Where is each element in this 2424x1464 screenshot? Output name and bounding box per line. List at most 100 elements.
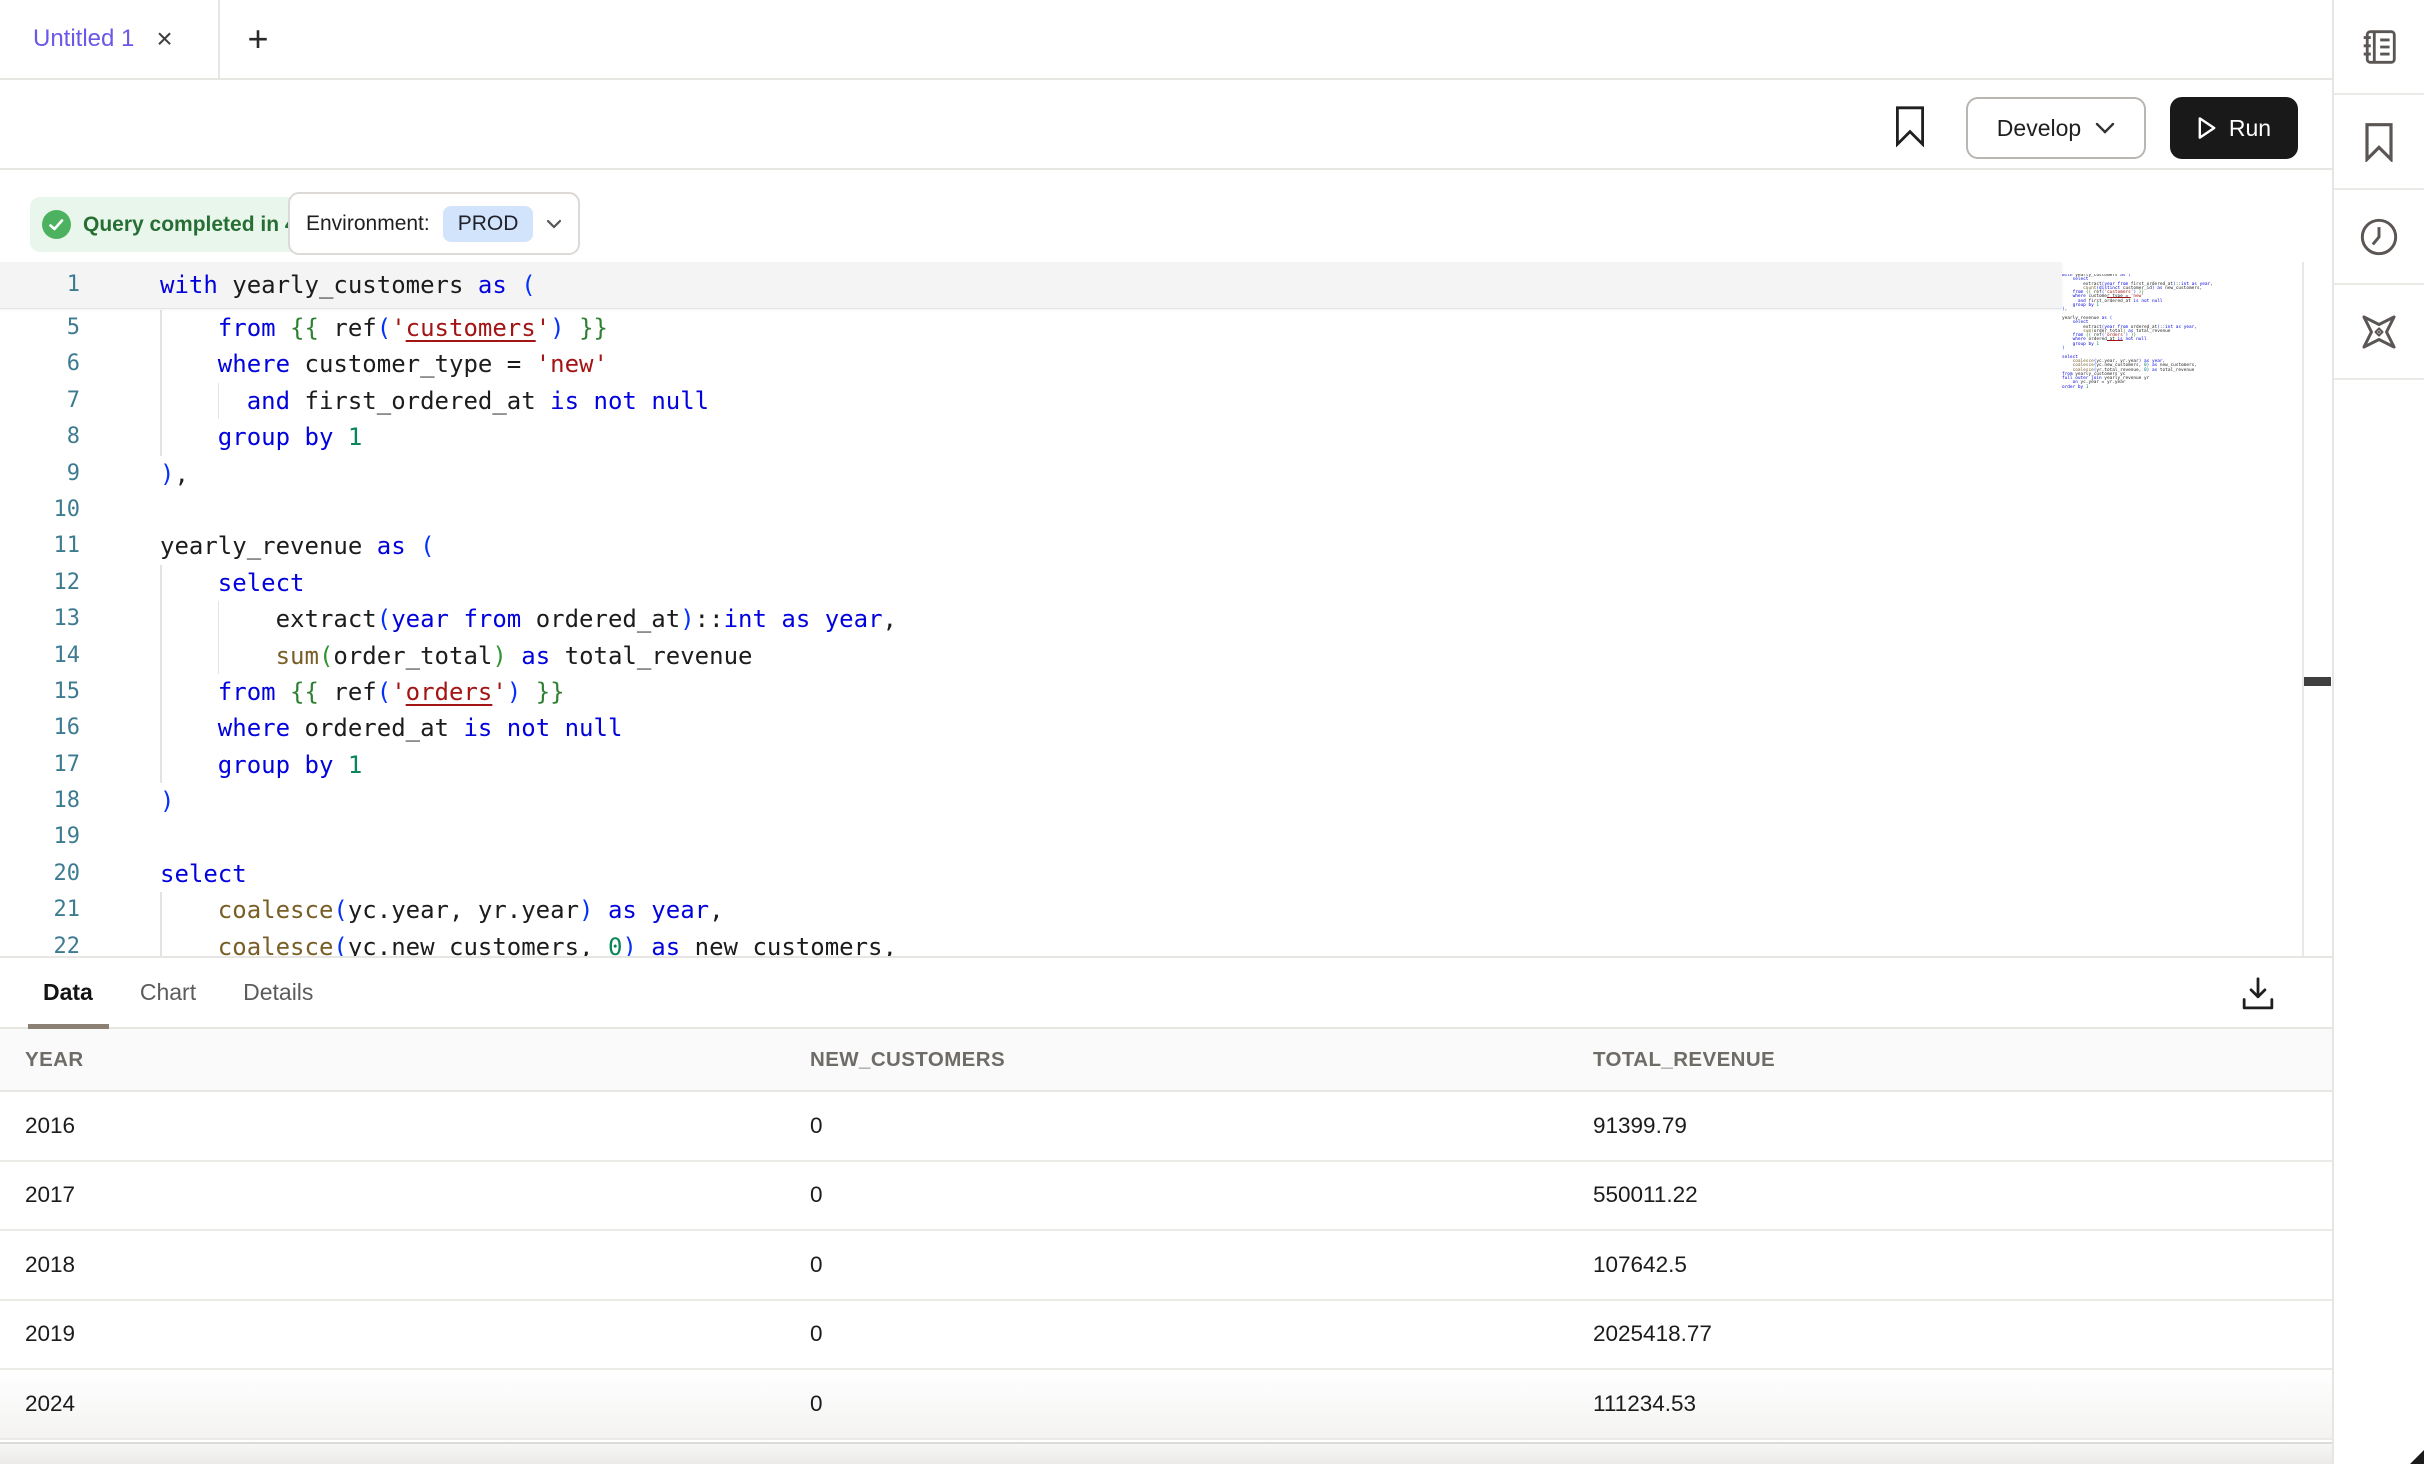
notebook-icon <box>2359 27 2399 67</box>
sidebar-item-history[interactable] <box>2334 190 2424 285</box>
environment-selector[interactable]: Environment: PROD <box>288 192 580 255</box>
table-cell: 0 <box>810 1321 823 1347</box>
line-number: 14 <box>0 638 80 674</box>
horizontal-scrollbar-track[interactable] <box>0 1442 2332 1464</box>
check-circle-icon <box>42 210 71 239</box>
code-line[interactable]: 6 where customer_type = 'new' <box>0 346 2302 382</box>
column-header[interactable]: YEAR <box>25 1048 84 1072</box>
history-clock-icon <box>2358 216 2400 258</box>
code-line[interactable]: 20select <box>0 856 2302 892</box>
sidebar-item-dbt[interactable] <box>2334 285 2424 380</box>
code-line[interactable]: 22 coalesce(yc.new_customers, 0) as new_… <box>0 929 2302 956</box>
table-cell: 2024 <box>25 1391 75 1417</box>
line-number: 19 <box>0 819 80 855</box>
column-header[interactable]: NEW_CUSTOMERS <box>810 1048 1005 1072</box>
close-tab-icon[interactable]: × <box>156 25 172 53</box>
table-row[interactable]: 20180107642.5 <box>0 1231 2332 1301</box>
code-line[interactable]: 10 <box>0 492 2302 528</box>
line-number: 9 <box>0 456 80 492</box>
environment-label: Environment: <box>306 212 430 236</box>
sidebar-item-bookmarks[interactable] <box>2334 95 2424 190</box>
code-line-text: from {{ ref('orders') }} <box>160 674 565 710</box>
sql-ide-window: Untitled 1 × + Develop Run Query complet… <box>0 0 2424 1464</box>
code-line[interactable]: 11yearly_revenue as ( <box>0 528 2302 564</box>
results-tab-details[interactable]: Details <box>243 958 313 1027</box>
bookmark-icon <box>1893 105 1927 147</box>
code-line[interactable]: 15 from {{ ref('orders') }} <box>0 674 2302 710</box>
tab-bar: Untitled 1 × + <box>0 0 2332 80</box>
bookmark-icon <box>2362 122 2396 162</box>
chevron-down-icon <box>2095 122 2115 134</box>
chevron-down-icon <box>546 219 562 229</box>
code-line[interactable]: 13 extract(year from ordered_at)::int as… <box>0 601 2302 637</box>
code-line-text: with yearly_customers as ( <box>160 262 536 308</box>
line-number: 17 <box>0 747 80 783</box>
tab-untitled-1[interactable]: Untitled 1 × <box>0 0 220 78</box>
code-line[interactable]: 5 from {{ ref('customers') }} <box>0 310 2302 346</box>
environment-value-badge: PROD <box>443 206 534 242</box>
table-cell: 0 <box>810 1391 823 1417</box>
sidebar-item-notebook[interactable] <box>2334 0 2424 95</box>
new-tab-button[interactable]: + <box>220 0 296 78</box>
code-line[interactable]: 8 group by 1 <box>0 419 2302 455</box>
code-line[interactable]: 12 select <box>0 565 2302 601</box>
develop-button[interactable]: Develop <box>1966 97 2146 159</box>
code-line[interactable]: 19 <box>0 819 2302 855</box>
table-cell: 2016 <box>25 1113 75 1139</box>
download-button[interactable] <box>2236 972 2280 1016</box>
code-line-text: extract(year from ordered_at)::int as ye… <box>160 601 897 637</box>
column-header[interactable]: TOTAL_REVENUE <box>1593 1048 1775 1072</box>
code-line[interactable]: 1 with yearly_customers as ( <box>0 262 2062 308</box>
query-status-badge: Query completed in 4s <box>30 197 326 252</box>
dbt-logo-icon <box>2357 310 2401 354</box>
table-cell: 0 <box>810 1182 823 1208</box>
code-line-text: group by 1 <box>160 747 362 783</box>
editor-minimap[interactable]: with yearly_customers as ( select extrac… <box>2062 274 2298 396</box>
line-number: 7 <box>0 383 80 419</box>
code-line[interactable]: 21 coalesce(yc.year, yr.year) as year, <box>0 892 2302 928</box>
table-row[interactable]: 2016091399.79 <box>0 1092 2332 1162</box>
line-number: 22 <box>0 929 80 956</box>
code-line[interactable]: 14 sum(order_total) as total_revenue <box>0 638 2302 674</box>
code-line-text: select <box>160 565 305 601</box>
run-button[interactable]: Run <box>2170 97 2298 159</box>
download-icon <box>2241 976 2275 1012</box>
editor-scrollbar-track[interactable] <box>2302 262 2304 956</box>
table-cell: 0 <box>810 1113 823 1139</box>
table-row[interactable]: 201902025418.77 <box>0 1301 2332 1371</box>
line-number: 6 <box>0 346 80 382</box>
code-line-text: yearly_revenue as ( <box>160 528 435 564</box>
status-bar: Query completed in 4s Environment: PROD <box>0 170 2332 262</box>
table-row[interactable]: 20240111234.53 <box>0 1370 2332 1440</box>
query-status-text: Query completed in 4s <box>83 213 308 237</box>
line-number: 1 <box>0 262 80 308</box>
line-number: 10 <box>0 492 80 528</box>
code-line-text: where ordered_at is not null <box>160 710 622 746</box>
code-line[interactable]: 16 where ordered_at is not null <box>0 710 2302 746</box>
table-cell: 2018 <box>25 1252 75 1278</box>
sticky-scroll-line[interactable]: 1 with yearly_customers as ( <box>0 262 2062 309</box>
table-row[interactable]: 20170550011.22 <box>0 1162 2332 1232</box>
table-cell: 0 <box>810 1252 823 1278</box>
code-line[interactable]: 18) <box>0 783 2302 819</box>
code-line[interactable]: 17 group by 1 <box>0 747 2302 783</box>
play-icon <box>2197 116 2217 140</box>
toolbar: Develop Run <box>0 82 2332 170</box>
results-tab-data[interactable]: Data <box>43 958 93 1027</box>
table-cell: 2017 <box>25 1182 75 1208</box>
line-number: 12 <box>0 565 80 601</box>
code-line[interactable]: 7 and first_ordered_at is not null <box>0 383 2302 419</box>
bookmark-button[interactable] <box>1888 102 1932 150</box>
code-line-text: sum(order_total) as total_revenue <box>160 638 752 674</box>
code-line-text: ), <box>160 456 189 492</box>
results-panel: Data Chart Details YEAR NEW_CUSTOMERS TOTAL_… <box>0 956 2332 1464</box>
results-tab-chart[interactable]: Chart <box>140 958 196 1027</box>
editor-scrollbar-thumb[interactable] <box>2304 677 2331 686</box>
sql-editor[interactable]: 1 with yearly_customers as ( 5 from {{ re… <box>0 262 2332 956</box>
tab-title: Untitled 1 <box>33 25 134 53</box>
code-line-text: coalesce(yc.new_customers, 0) as new_cus… <box>160 929 897 956</box>
code-line[interactable]: 9), <box>0 456 2302 492</box>
line-number: 16 <box>0 710 80 746</box>
results-tab-bar: Data Chart Details <box>0 958 2332 1029</box>
code-line-text: where customer_type = 'new' <box>160 346 608 382</box>
